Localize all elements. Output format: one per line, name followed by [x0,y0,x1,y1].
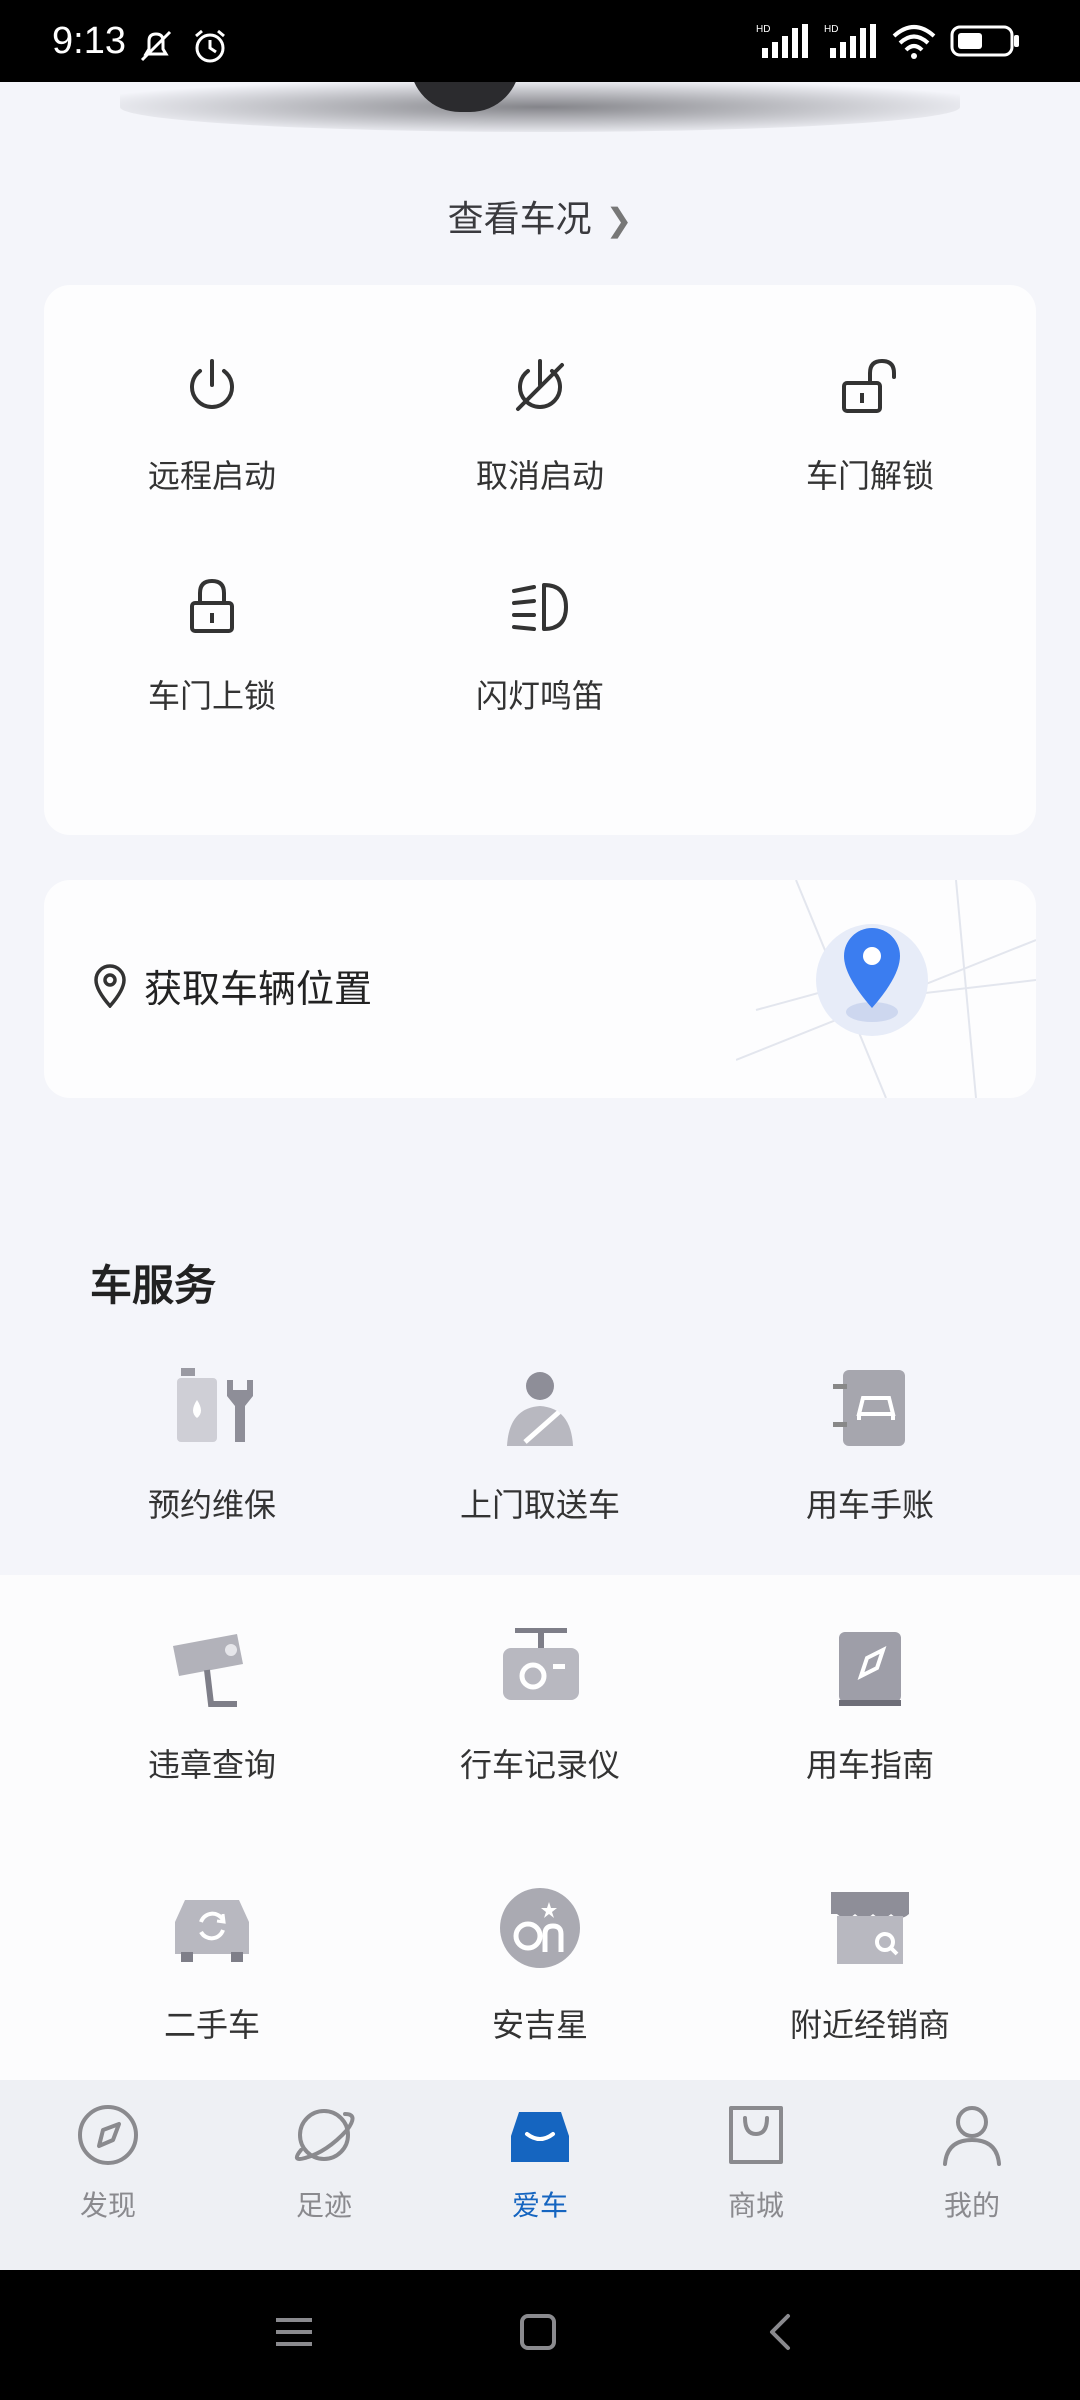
wifi-icon [892,25,936,59]
service-car-notebook[interactable]: 用车手账 [750,1360,990,1526]
remote-start-label: 远程启动 [147,457,276,495]
tab-mall[interactable]: 商城 [686,2100,826,2224]
service-maintenance-label: 预约维保 [147,1486,276,1524]
driver-pickup-icon [507,1372,573,1446]
planet-icon [294,2109,355,2161]
mute-notification-icon [140,30,172,62]
power-off-icon [516,359,564,411]
power-icon [190,359,234,409]
maintenance-icon [177,1368,253,1442]
tab-discover[interactable]: 发现 [38,2100,178,2224]
status-time: 9:13 [52,20,126,62]
service-maintenance[interactable]: 预约维保 [92,1360,332,1526]
car-image [120,82,960,132]
door-lock-label: 车门上锁 [147,677,276,715]
menu-icon[interactable] [272,2310,316,2358]
dealer-store-icon [831,1892,909,1964]
tab-mine[interactable]: 我的 [902,2100,1042,2224]
tab-footprint-label: 足迹 [295,2189,352,2222]
service-nearby-dealer-label: 附近经销商 [789,2006,950,2044]
chevron-right-icon: ❯ [605,201,633,239]
door-unlock-button[interactable]: 车门解锁 [750,355,990,497]
flash-horn-label: 闪灯鸣笛 [475,677,604,715]
service-violation-query-label: 违章查询 [147,1746,276,1784]
cancel-start-label: 取消启动 [475,457,604,495]
onstar-icon [500,1888,580,1968]
door-unlock-label: 车门解锁 [805,457,934,495]
car-services-title: 车服务 [90,1261,217,1310]
car-icon [511,2112,569,2162]
service-dashcam[interactable]: 行车记录仪 [420,1620,660,1786]
svg-text:HD: HD [824,24,838,35]
tab-footprint[interactable]: 足迹 [254,2100,394,2224]
lock-icon [190,578,234,633]
headlight-icon [512,583,568,631]
home-icon[interactable] [516,2310,560,2358]
used-car-icon [175,1900,249,1962]
service-used-car[interactable]: 二手车 [92,1880,332,2046]
vehicle-hero: 查看车况 ❯ [0,82,1080,272]
battery-icon [950,25,1019,57]
service-violation-query[interactable]: 违章查询 [92,1620,332,1786]
page: 9:13 HD HD 查看车况 ❯ 远程启动 取消启动 车门解锁 车门上锁 闪灯… [0,0,1080,2400]
service-car-notebook-label: 用车手账 [805,1486,934,1524]
service-car-guide-label: 用车指南 [805,1746,934,1784]
traffic-camera-icon [173,1634,243,1707]
location-pin-icon [94,964,126,1008]
back-icon[interactable] [760,2310,804,2358]
status-bar: 9:13 HD HD [0,0,1080,82]
service-pickup-delivery-label: 上门取送车 [459,1486,620,1524]
tab-mall-label: 商城 [727,2189,784,2222]
map-thumbnail [736,880,1036,1098]
shopping-bag-icon [729,2106,783,2164]
svg-text:HD: HD [756,24,770,35]
guide-book-icon [839,1632,901,1706]
tab-my-car[interactable]: 爱车 [470,2100,610,2224]
alarm-icon [195,29,225,63]
compass-icon [78,2105,138,2165]
cancel-start-button[interactable]: 取消启动 [420,355,660,497]
tab-my-car-label: 爱车 [511,2189,568,2222]
vehicle-location-label: 获取车辆位置 [144,967,373,1011]
service-car-guide[interactable]: 用车指南 [750,1620,990,1786]
view-status-label: 查看车况 [447,199,592,240]
unlock-icon [842,358,896,413]
system-nav-bar [0,2270,1080,2400]
vehicle-location-card[interactable]: 获取车辆位置 [44,880,1036,1098]
bottom-tab-bar: 发现 足迹 爱车 商城 我的 [0,2080,1080,2270]
remote-control-card: 远程启动 取消启动 车门解锁 车门上锁 闪灯鸣笛 [44,285,1036,835]
tab-discover-label: 发现 [79,2189,136,2222]
service-pickup-delivery[interactable]: 上门取送车 [420,1360,660,1526]
service-used-car-label: 二手车 [163,2006,260,2044]
car-notebook-icon [833,1370,905,1446]
service-dashcam-label: 行车记录仪 [459,1746,620,1784]
service-onstar-label: 安吉星 [491,2006,588,2044]
remote-start-button[interactable]: 远程启动 [92,355,332,497]
profile-icon [943,2106,1001,2166]
tab-mine-label: 我的 [943,2189,1000,2222]
signal-hd-icon: HD [756,24,808,58]
view-vehicle-status-link[interactable]: 查看车况 ❯ [0,190,1080,242]
flash-horn-button[interactable]: 闪灯鸣笛 [420,575,660,717]
service-onstar[interactable]: 安吉星 [420,1880,660,2046]
signal-hd-icon: HD [824,24,876,58]
car-services-card: 车服务 预约维保 上门取送车 用车手账 违章查询 行车记录仪 用车指南 二手车 [44,1210,1036,2080]
dashcam-icon [503,1628,579,1700]
door-lock-button[interactable]: 车门上锁 [92,575,332,717]
service-nearby-dealer[interactable]: 附近经销商 [750,1880,990,2046]
